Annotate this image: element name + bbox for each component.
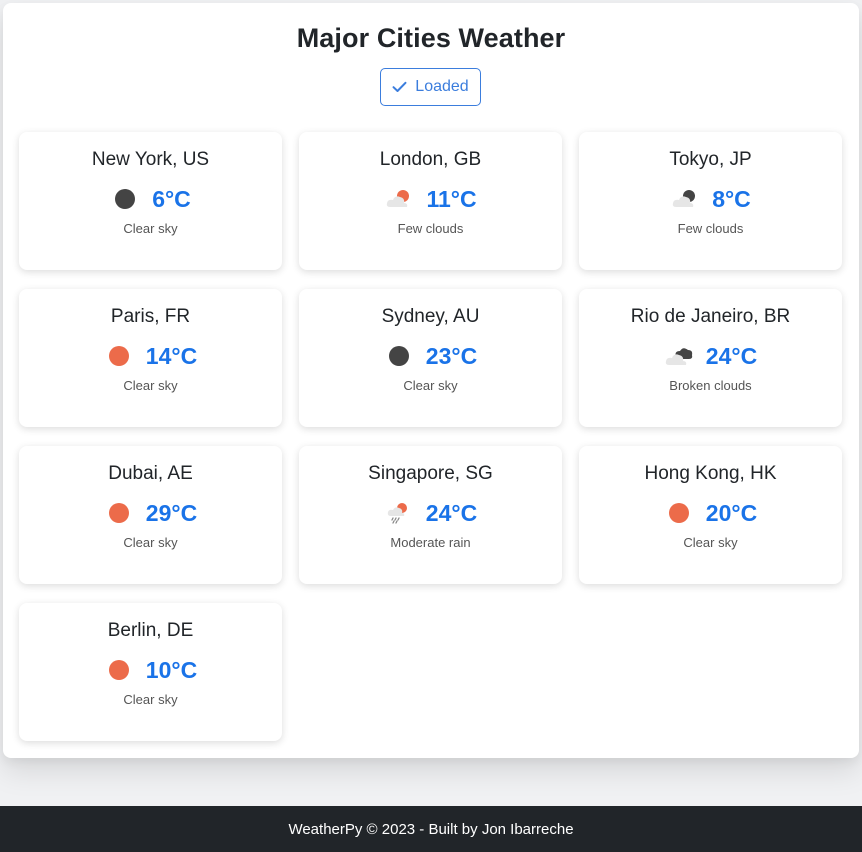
city-card: Paris, FR 14°C Clear sky: [19, 289, 282, 427]
city-name: Hong Kong, HK: [644, 463, 777, 484]
city-name: Berlin, DE: [107, 620, 194, 641]
city-card: Sydney, AU 23°C Clear sky: [299, 289, 562, 427]
city-name: Sydney, AU: [381, 306, 480, 327]
sun-clear-icon: [104, 499, 134, 527]
page-title: Major Cities Weather: [296, 23, 566, 53]
city-name: New York, US: [91, 149, 210, 170]
weather-description: Few clouds: [677, 221, 744, 236]
weather-description: Moderate rain: [390, 535, 471, 550]
temperature: 8°C: [712, 186, 751, 212]
temperature: 24°C: [705, 343, 758, 369]
moon-few-clouds-icon: [670, 185, 700, 213]
weather-description: Few clouds: [397, 221, 464, 236]
weather-panel: Major Cities Weather Loaded New York, US…: [3, 3, 859, 758]
temperature: 6°C: [152, 186, 191, 212]
broken-clouds-icon: [664, 342, 694, 370]
city-name: Rio de Janeiro, BR: [630, 306, 791, 327]
footer-text: WeatherPy © 2023 - Built by Jon Ibarrech…: [288, 820, 574, 838]
temperature: 20°C: [705, 500, 758, 526]
rain-icon: [384, 499, 414, 527]
weather-description: Broken clouds: [669, 378, 752, 393]
temperature: 23°C: [425, 343, 478, 369]
weather-description: Clear sky: [123, 692, 178, 707]
temperature: 10°C: [145, 657, 198, 683]
city-card: London, GB 11°C Few clouds: [299, 132, 562, 270]
weather-description: Clear sky: [403, 378, 458, 393]
temperature: 24°C: [425, 500, 478, 526]
sun-clear-icon: [664, 499, 694, 527]
temperature: 11°C: [426, 186, 477, 212]
city-card: Berlin, DE 10°C Clear sky: [19, 603, 282, 741]
weather-description: Clear sky: [123, 221, 178, 236]
sun-clear-icon: [104, 656, 134, 684]
city-name: Paris, FR: [110, 306, 191, 327]
sun-clear-icon: [104, 342, 134, 370]
weather-description: Clear sky: [123, 378, 178, 393]
temperature: 29°C: [145, 500, 198, 526]
status-label: Loaded: [415, 78, 469, 95]
city-card: Singapore, SG 24°C Moderate rain: [299, 446, 562, 584]
city-name: Tokyo, JP: [669, 149, 752, 170]
sun-few-clouds-icon: [384, 185, 414, 213]
temperature: 14°C: [145, 343, 198, 369]
moon-clear-icon: [110, 185, 140, 213]
moon-clear-icon: [384, 342, 414, 370]
status-badge: Loaded: [380, 68, 481, 106]
city-card: Dubai, AE 29°C Clear sky: [19, 446, 282, 584]
city-card: Tokyo, JP 8°C Few clouds: [579, 132, 842, 270]
weather-description: Clear sky: [123, 535, 178, 550]
city-card: Rio de Janeiro, BR 24°C Broken clouds: [579, 289, 842, 427]
city-card: New York, US 6°C Clear sky: [19, 132, 282, 270]
city-card: Hong Kong, HK 20°C Clear sky: [579, 446, 842, 584]
footer: WeatherPy © 2023 - Built by Jon Ibarrech…: [0, 806, 862, 852]
city-name: London, GB: [379, 149, 482, 170]
check-icon: [392, 81, 407, 93]
weather-description: Clear sky: [683, 535, 738, 550]
city-name: Dubai, AE: [108, 463, 193, 484]
city-name: Singapore, SG: [368, 463, 493, 484]
